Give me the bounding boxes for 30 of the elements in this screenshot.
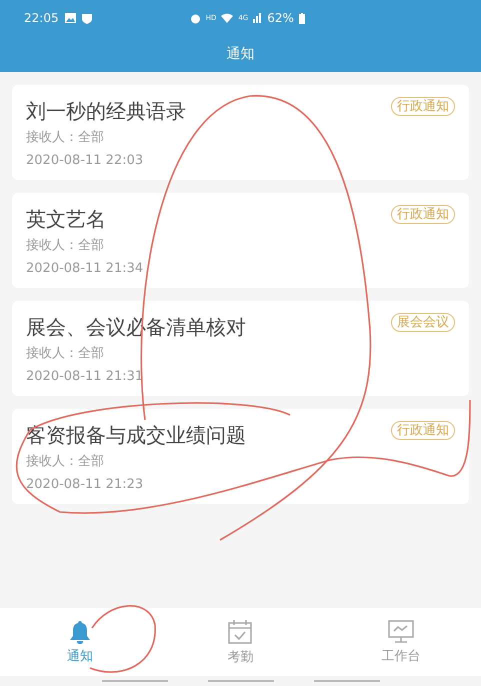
category-tag: 行政通知 — [391, 205, 455, 224]
notice-time: 2020-08-11 22:03 — [26, 152, 144, 170]
category-tag: 行政通知 — [391, 97, 455, 116]
alarm-icon — [190, 12, 201, 24]
page-title: 通知 — [226, 45, 254, 63]
notice-recipient: 接收人：全部 — [26, 345, 104, 363]
notice-title: 英文艺名 — [26, 206, 106, 233]
battery-percent: 62% — [267, 11, 294, 25]
notice-recipient: 接收人：全部 — [26, 453, 104, 471]
notice-recipient: 接收人：全部 — [26, 237, 104, 255]
signal-icon — [253, 13, 262, 23]
notice-recipient: 接收人：全部 — [26, 129, 104, 147]
image-icon — [64, 13, 76, 23]
notice-time: 2020-08-11 21:34 — [26, 260, 144, 278]
notice-card[interactable]: 刘一秒的经典语录 接收人：全部 2020-08-11 22:03 行政通知 — [12, 85, 469, 180]
notice-title: 客资报备与成交业绩问题 — [26, 422, 246, 449]
notice-card[interactable]: 客资报备与成交业绩问题 接收人：全部 2020-08-11 21:23 行政通知 — [12, 409, 469, 504]
wifi-icon — [221, 13, 234, 23]
notice-card[interactable]: 英文艺名 接收人：全部 2020-08-11 21:34 行政通知 — [12, 193, 469, 288]
notice-title: 刘一秒的经典语录 — [26, 98, 186, 125]
category-tag: 行政通知 — [391, 421, 455, 440]
monitor-icon — [388, 620, 414, 644]
notice-time: 2020-08-11 21:23 — [26, 476, 144, 494]
calendar-icon — [227, 618, 254, 644]
category-tag: 展会会议 — [391, 313, 455, 332]
bell-icon — [69, 620, 92, 644]
clock: 22:05 — [24, 11, 59, 25]
battery-icon — [298, 12, 305, 24]
notice-time: 2020-08-11 21:31 — [26, 368, 144, 386]
shield-icon — [82, 12, 92, 24]
